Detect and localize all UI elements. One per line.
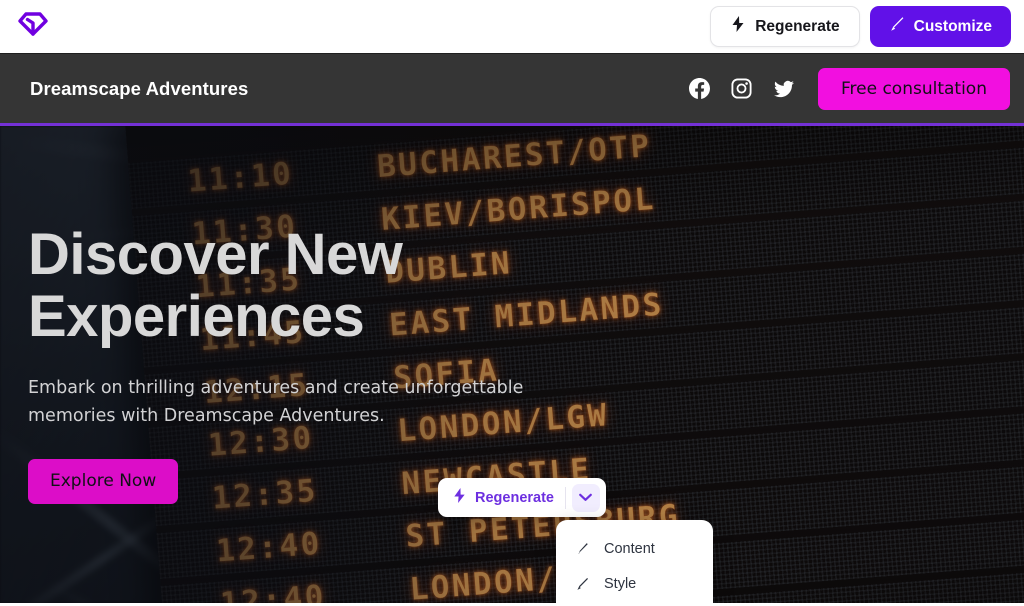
menu-item-entire-section[interactable]: Entire section [556,601,713,603]
hero-title-line-1: Discover New [28,222,403,287]
hero-subtitle: Embark on thrilling adventures and creat… [28,378,524,427]
facebook-icon[interactable] [688,78,710,99]
explore-now-button[interactable]: Explore Now [28,458,179,504]
lightning-icon [730,15,746,38]
pencil-icon [574,541,591,557]
hero-section: 11:10BUCHAREST/OTP11:30KIEV/BORISPOL11:3… [0,126,1024,603]
instagram-icon[interactable] [731,78,752,99]
menu-item-content[interactable]: Content [556,531,713,566]
site-navbar: Dreamscape Adventures Free consultation [0,54,1024,126]
floating-regenerate-toolbar: Regenerate [438,478,606,517]
customize-button-label: Customize [913,17,992,35]
floating-regenerate-label: Regenerate [475,489,554,506]
regenerate-dropdown-toggle[interactable] [571,483,600,512]
paintbrush-icon [889,15,905,38]
navbar-right: Free consultation [688,67,1010,110]
hero-content: Discover New Experiences Embark on thril… [28,222,588,504]
builder-toolbar: Regenerate Customize [0,0,1024,54]
menu-item-label: Content [604,540,655,557]
paintbrush-icon [574,576,591,592]
regenerate-dropdown-menu: Content Style Entire section [556,520,713,603]
gem-logo-icon [18,11,48,42]
regenerate-button[interactable]: Regenerate [710,6,860,47]
hero-title-line-2: Experiences [28,284,365,350]
hero-title: Discover New Experiences [28,222,588,350]
toolbar-actions: Regenerate Customize [710,6,1011,47]
menu-item-label: Style [604,575,637,592]
chevron-down-icon [579,489,593,507]
regenerate-button-label: Regenerate [755,17,840,35]
menu-item-style[interactable]: Style [556,566,713,601]
site-brand[interactable]: Dreamscape Adventures [30,78,248,100]
social-links [688,78,795,99]
floating-regenerate-button[interactable]: Regenerate [452,487,565,508]
app-logo[interactable] [14,11,48,42]
toolbar-divider [564,486,566,509]
twitter-icon[interactable] [773,79,795,99]
customize-button[interactable]: Customize [869,6,1011,47]
lightning-icon [452,487,467,508]
free-consultation-button[interactable]: Free consultation [817,67,1010,110]
